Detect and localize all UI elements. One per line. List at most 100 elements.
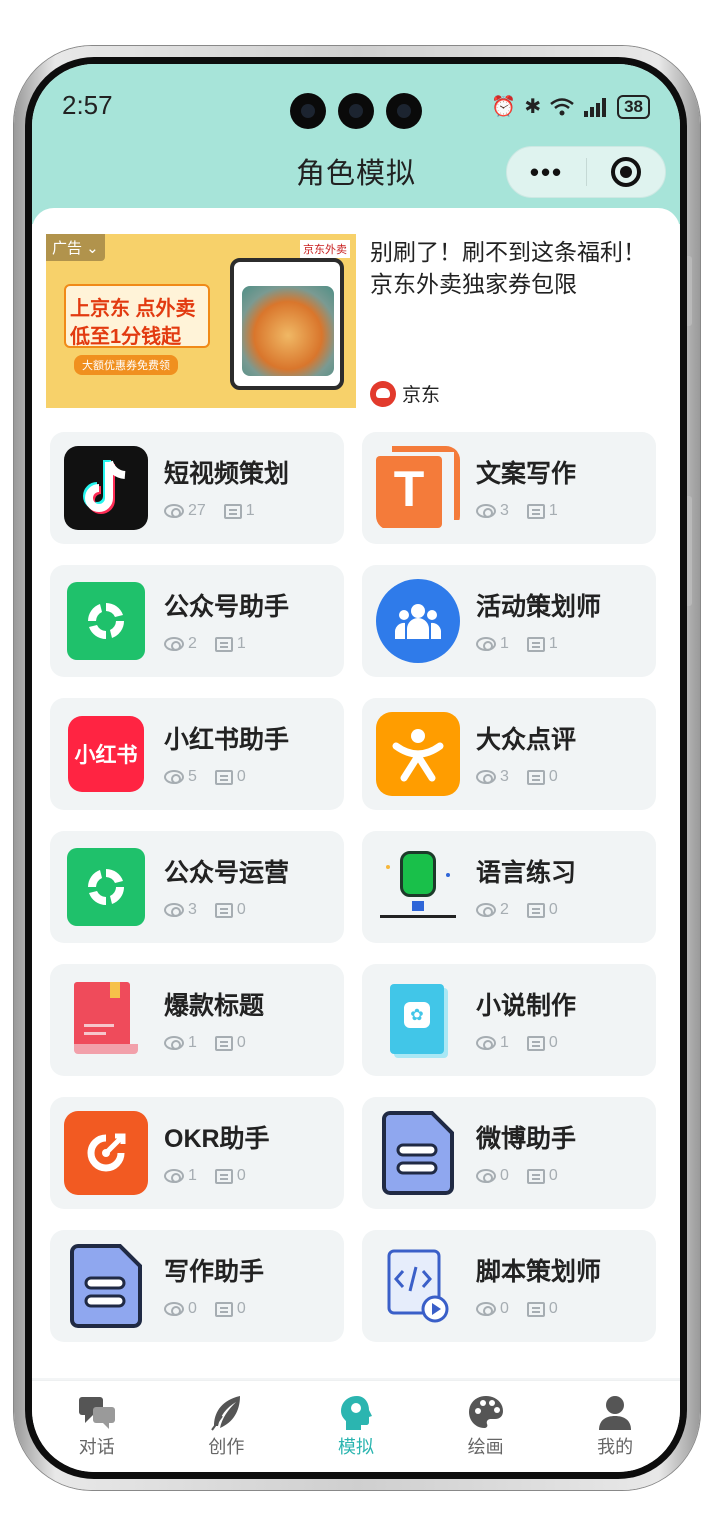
ad-text[interactable]: 别刷了！刷不到这条福利！京东外卖独家券包限 — [370, 236, 666, 300]
comment-icon — [526, 769, 545, 785]
ad-banner[interactable]: 上京东 点外卖 低至1分钱起 大额优惠券免费领 京东外卖 广告 ⌄ 别刷了！刷不… — [46, 234, 666, 408]
comments-stat: 1 — [526, 502, 558, 520]
comment-icon — [214, 902, 233, 918]
comments-count: 1 — [548, 635, 558, 652]
ad-tag[interactable]: 广告 ⌄ — [46, 234, 105, 261]
comments-stat: 0 — [526, 768, 558, 786]
views-count: 3 — [500, 502, 509, 519]
tab-1[interactable]: 创作 — [162, 1381, 292, 1472]
role-card[interactable]: 爆款标题 1 0 — [50, 964, 344, 1076]
role-card[interactable]: 公众号助手 2 1 — [50, 565, 344, 677]
ad-image-line1: 上京东 点外卖 — [70, 298, 196, 320]
tab-2[interactable]: 模拟 — [291, 1381, 421, 1472]
comment-icon — [214, 1168, 233, 1184]
novel-book-icon: ✿ — [376, 978, 460, 1062]
comments-stat: 1 — [526, 635, 558, 653]
comments-stat: 0 — [214, 1300, 246, 1318]
tab-0[interactable]: 对话 — [32, 1381, 162, 1472]
views-stat: 0 — [476, 1167, 509, 1185]
role-card[interactable]: 微博助手 0 0 — [362, 1097, 656, 1209]
role-card-stats: 27 1 — [164, 502, 273, 520]
views-count: 2 — [188, 635, 197, 652]
role-card-title: 文案写作 — [476, 460, 577, 488]
more-button[interactable]: ••• — [507, 157, 586, 188]
close-miniapp-button[interactable] — [587, 157, 665, 187]
role-card-title: 短视频策划 — [164, 460, 290, 488]
bottom-tab-bar: 对话 创作 模拟 绘画 我的 — [32, 1380, 680, 1472]
role-card-stats: 00 — [476, 1167, 576, 1185]
main-content: 上京东 点外卖 低至1分钱起 大额优惠券免费领 京东外卖 广告 ⌄ 别刷了！刷不… — [32, 208, 680, 1378]
role-card-title: 小红书助手 — [164, 726, 290, 754]
role-card[interactable]: 小红书 小红书助手 5 0 — [50, 698, 344, 810]
status-icons: ⏰ ✱ 38 — [491, 94, 650, 119]
eye-icon — [164, 1169, 184, 1183]
role-card[interactable]: 大众点评 3 0 — [362, 698, 656, 810]
comments-stat: 0 — [526, 901, 558, 919]
comments-count: 0 — [548, 901, 558, 918]
views-count: 5 — [188, 768, 197, 785]
ad-image[interactable]: 上京东 点外卖 低至1分钱起 大额优惠券免费领 京东外卖 广告 ⌄ — [46, 234, 356, 408]
header-area: 2:57 ⏰ ✱ 38 角色模拟 ••• — [32, 64, 680, 224]
eye-icon — [476, 770, 496, 784]
tab-4[interactable]: 我的 — [550, 1381, 680, 1472]
role-card-stats: 30 — [164, 901, 264, 919]
food-dish-image — [230, 258, 344, 390]
comments-count: 0 — [548, 1167, 558, 1184]
role-card-stats: 10 — [164, 1034, 264, 1052]
eye-icon — [164, 504, 184, 518]
views-stat: 27 — [164, 502, 206, 520]
views-count: 1 — [500, 635, 509, 652]
bluetooth-icon: ✱ — [524, 96, 542, 118]
head-profile-icon — [337, 1393, 375, 1433]
ad-source: 京东 — [370, 380, 440, 407]
dianping-icon — [376, 712, 460, 796]
xiaohongshu-icon: 小红书 — [64, 712, 148, 796]
comments-stat: 0 — [214, 768, 246, 786]
tiktok-icon — [64, 446, 148, 530]
comment-icon — [214, 1301, 233, 1317]
views-count: 1 — [500, 1034, 509, 1051]
target-arrow-icon — [64, 1111, 148, 1195]
views-stat: 1 — [476, 635, 509, 653]
comments-stat: 0 — [526, 1300, 558, 1318]
role-card[interactable]: 写作助手 0 0 — [50, 1230, 344, 1342]
role-card-title: 大众点评 — [476, 726, 577, 754]
wechat-official-icon — [64, 845, 148, 929]
tab-label: 模拟 — [337, 1437, 374, 1457]
phone-screen: 2:57 ⏰ ✱ 38 角色模拟 ••• 上京东 点外卖 低至1分钱起 大额优惠… — [32, 64, 680, 1472]
comments-stat: 0 — [526, 1167, 558, 1185]
camera-icon — [386, 93, 422, 129]
tab-3[interactable]: 绘画 — [421, 1381, 551, 1472]
comments-count: 0 — [548, 768, 558, 785]
wechat-official-icon — [64, 579, 148, 663]
views-stat: 2 — [476, 901, 509, 919]
role-card[interactable]: T 文案写作 3 1 — [362, 432, 656, 544]
views-stat: 3 — [164, 901, 197, 919]
views-stat: 1 — [164, 1034, 197, 1052]
views-count: 2 — [500, 901, 509, 918]
role-card[interactable]: 活动策划师 1 1 — [362, 565, 656, 677]
miniapp-capsule: ••• — [506, 146, 666, 198]
role-card[interactable]: 脚本策划师 0 0 — [362, 1230, 656, 1342]
role-card-stats: 00 — [164, 1300, 264, 1318]
eye-icon — [164, 770, 184, 784]
tab-label: 对话 — [78, 1437, 115, 1457]
views-stat: 3 — [476, 768, 509, 786]
role-card[interactable]: 语言练习 2 0 — [362, 831, 656, 943]
role-card[interactable]: ✿ 小说制作 1 0 — [362, 964, 656, 1076]
comments-count: 0 — [548, 1034, 558, 1051]
role-card[interactable]: 公众号运营 3 0 — [50, 831, 344, 943]
ad-source-label: 京东 — [402, 385, 441, 406]
food-image — [242, 286, 334, 376]
role-card-title: 脚本策划师 — [476, 1258, 602, 1286]
feather-icon — [208, 1393, 244, 1433]
eye-icon — [476, 1169, 496, 1183]
code-file-icon — [376, 1244, 460, 1328]
role-card[interactable]: 短视频策划 27 1 — [50, 432, 344, 544]
role-card[interactable]: OKR助手 1 0 — [50, 1097, 344, 1209]
eye-icon — [164, 903, 184, 917]
wifi-icon — [550, 97, 574, 115]
signal-icon — [584, 97, 607, 117]
comments-stat: 0 — [214, 1034, 246, 1052]
role-card-stats: 50 — [164, 768, 264, 786]
